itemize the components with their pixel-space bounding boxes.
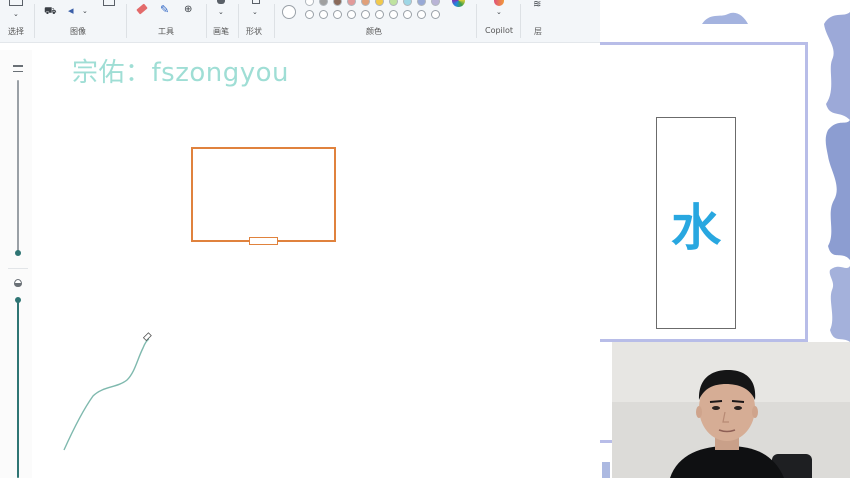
ribbon-divider <box>238 4 239 38</box>
chevron-down-icon[interactable]: ⌄ <box>82 6 88 16</box>
color-swatch[interactable] <box>347 0 356 6</box>
size-slider-track[interactable] <box>17 80 19 252</box>
size-slider-thumb[interactable] <box>15 250 21 256</box>
chevron-down-icon[interactable]: ⌄ <box>496 7 502 17</box>
group-label-colors: 颜色 <box>366 27 382 36</box>
empty-color-swatch[interactable] <box>417 10 426 19</box>
brush-settings-panel <box>0 50 32 478</box>
watercolor-splash <box>702 12 748 24</box>
color-swatch[interactable] <box>431 0 440 6</box>
pencil-stroke <box>63 332 152 451</box>
color-swatch[interactable] <box>319 0 328 6</box>
empty-color-swatch[interactable] <box>333 10 342 19</box>
empty-color-swatch[interactable] <box>375 10 384 19</box>
empty-color-swatch[interactable] <box>361 10 370 19</box>
group-label-shapes: 形状 <box>246 27 262 36</box>
ribbon-divider <box>126 4 127 38</box>
current-color-swatch[interactable] <box>282 5 296 19</box>
size-icon <box>13 65 23 72</box>
empty-color-swatch[interactable] <box>431 10 440 19</box>
pencil-cursor-icon <box>142 332 152 342</box>
webcam-feed <box>612 342 850 478</box>
color-swatch[interactable] <box>403 0 412 6</box>
group-label-brushes: 画笔 <box>213 27 229 36</box>
color-swatch[interactable] <box>305 0 314 6</box>
water-character: 水 <box>671 198 721 257</box>
group-label-select: 选择 <box>8 27 24 36</box>
shapes-icon[interactable] <box>252 0 260 4</box>
empty-color-swatch[interactable] <box>403 10 412 19</box>
group-label-copilot: Copilot <box>485 26 514 35</box>
frame-fragment <box>600 440 612 443</box>
image-icon[interactable] <box>103 0 115 6</box>
group-label-tools: 工具 <box>158 27 174 36</box>
ribbon-divider <box>520 4 521 38</box>
opacity-icon <box>14 279 22 287</box>
presenter-video <box>612 342 850 478</box>
frame-fragment <box>602 462 610 478</box>
edit-colors-icon[interactable] <box>452 0 465 7</box>
empty-color-swatch[interactable] <box>305 10 314 19</box>
chevron-down-icon[interactable]: ⌄ <box>13 9 19 19</box>
ribbon-divider <box>206 4 207 38</box>
rotate-icon[interactable]: ◂ <box>68 5 74 16</box>
empty-color-swatch[interactable] <box>389 10 398 19</box>
ribbon-divider <box>476 4 477 38</box>
chevron-down-icon[interactable]: ⌄ <box>252 7 258 17</box>
ribbon-divider <box>34 4 35 38</box>
magnifier-icon[interactable]: ⊕ <box>184 5 192 15</box>
opacity-slider-track[interactable] <box>17 302 19 478</box>
ribbon-divider <box>274 4 275 38</box>
eraser-icon[interactable] <box>136 3 148 15</box>
divider <box>8 268 28 269</box>
crop-icon[interactable]: ⛟ <box>44 7 57 17</box>
chevron-down-icon[interactable]: ⌄ <box>218 7 224 17</box>
color-swatch[interactable] <box>333 0 342 6</box>
color-swatch[interactable] <box>417 0 426 6</box>
empty-color-swatch[interactable] <box>319 10 328 19</box>
empty-color-swatch[interactable] <box>347 10 356 19</box>
color-picker-icon[interactable]: ✎ <box>160 4 169 15</box>
drawn-rectangle <box>191 147 336 242</box>
copilot-icon[interactable] <box>494 0 504 6</box>
brush-icon[interactable] <box>217 0 225 4</box>
color-swatch[interactable] <box>361 0 370 6</box>
drawn-small-rectangle <box>249 237 278 245</box>
watermark-text: 宗佑：fszongyou <box>72 58 290 88</box>
layers-icon[interactable]: ≋ <box>533 0 541 10</box>
group-label-image: 图像 <box>70 27 86 36</box>
select-tool-icon[interactable] <box>9 0 23 6</box>
group-label-layers: 层 <box>534 27 542 36</box>
color-swatch[interactable] <box>389 0 398 6</box>
ribbon-toolbar: ⌄ 选择 ⛟ ◂ ⌄ 图像 ✎ ⊕ 工具 ⌄ 画笔 ⌄ 形状 颜色 ⌄ Copi… <box>0 0 600 43</box>
color-swatch[interactable] <box>375 0 384 6</box>
